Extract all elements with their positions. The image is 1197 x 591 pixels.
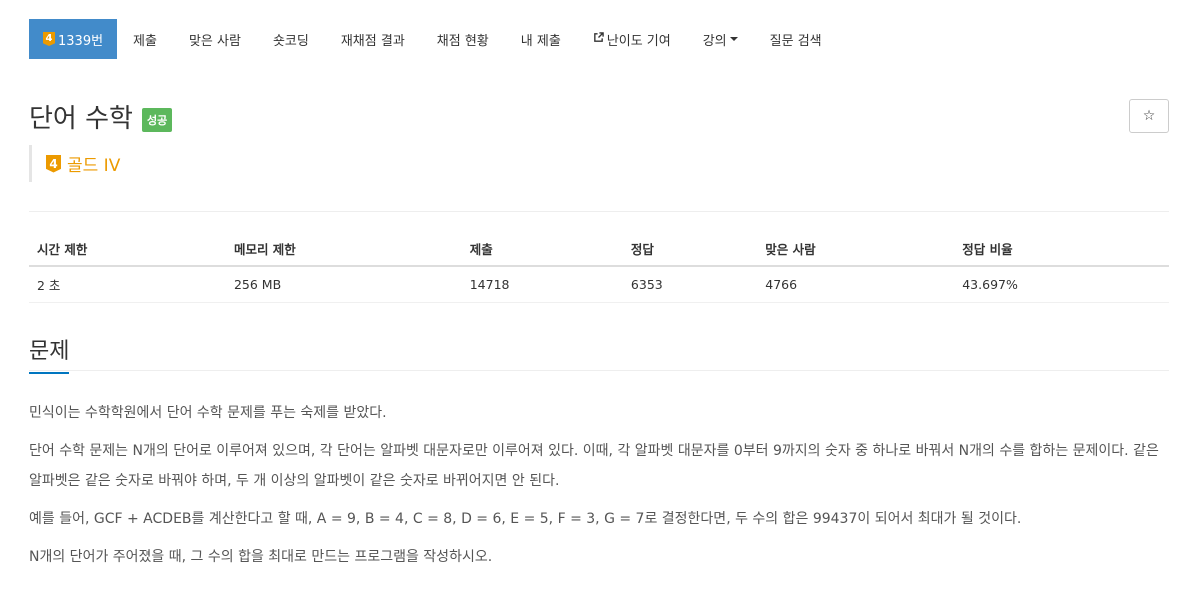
star-icon: ☆: [1142, 108, 1156, 124]
header-accept-ratio: 정답 비율: [954, 231, 1169, 267]
caret-down-icon: [729, 37, 738, 41]
nav-short-coding[interactable]: 숏코딩: [257, 19, 325, 59]
cell-submissions: 14718: [461, 266, 623, 303]
description-paragraph: 예를 들어, GCF + ACDEB를 계산한다고 할 때, A = 9, B …: [29, 511, 1022, 527]
nav-my-submissions[interactable]: 내 제출: [505, 19, 577, 59]
gold-tier-icon: 4: [46, 154, 61, 173]
nav-difficulty-contribution[interactable]: 난이도 기여: [577, 19, 687, 59]
header-submissions: 제출: [461, 231, 623, 267]
problem-info-table: 시간 제한 메모리 제한 제출 정답 맞은 사람 정답 비율 2 초 256 M…: [29, 231, 1169, 303]
table-header-row: 시간 제한 메모리 제한 제출 정답 맞은 사람 정답 비율: [29, 231, 1169, 267]
description-paragraph: N개의 단어가 주어졌을 때, 그 수의 합을 최대로 만드는 프로그램을 작성…: [29, 549, 493, 565]
problem-nav: 4 1339번 제출 맞은 사람 숏코딩 재채점 결과 채점 현황 내 제출 난…: [29, 19, 838, 59]
difficulty-contribution-label: 난이도 기여: [606, 33, 671, 49]
problem-description: 민식이는 수학학원에서 단어 수학 문제를 푸는 숙제를 받았다. 단어 수학 …: [29, 398, 1169, 580]
status-badge: 성공: [141, 107, 173, 132]
cell-memory-limit: 256 MB: [225, 266, 462, 303]
cell-accept-ratio: 43.697%: [954, 266, 1169, 303]
tier-name: 골드 IV: [67, 156, 121, 176]
problem-number-label: 1339번: [58, 33, 104, 49]
table-row: 2 초 256 MB 14718 6353 4766 43.697%: [29, 266, 1169, 303]
header-memory-limit: 메모리 제한: [225, 231, 462, 267]
nav-submit[interactable]: 제출: [117, 19, 173, 59]
header-accepted: 정답: [622, 231, 758, 267]
nav-accepted-users[interactable]: 맞은 사람: [173, 19, 257, 59]
gold-tier-icon: 4: [43, 32, 55, 46]
nav-problem-number[interactable]: 4 1339번: [29, 19, 118, 59]
favorite-star-button[interactable]: ☆: [1129, 99, 1169, 133]
nav-lecture-dropdown[interactable]: 강의: [687, 19, 754, 59]
description-paragraph: 단어 수학 문제는 N개의 단어로 이루어져 있으며, 각 단어는 알파벳 대문…: [29, 443, 1159, 489]
section-title: 문제: [29, 333, 70, 374]
header-time-limit: 시간 제한: [29, 231, 226, 267]
problem-section-header: 문제: [29, 333, 1169, 374]
cell-time-limit: 2 초: [29, 266, 226, 303]
cell-accepted: 6353: [622, 266, 758, 303]
problem-tier: 4 골드 IV: [29, 145, 120, 182]
external-link-icon: [593, 31, 604, 47]
cell-accepted-users: 4766: [757, 266, 955, 303]
nav-question-search[interactable]: 질문 검색: [754, 19, 838, 59]
nav-rejudge-results[interactable]: 재채점 결과: [325, 19, 421, 59]
divider: [29, 211, 1169, 212]
header-accepted-users: 맞은 사람: [757, 231, 955, 267]
page-title: 단어 수학: [29, 104, 133, 134]
description-paragraph: 민식이는 수학학원에서 단어 수학 문제를 푸는 숙제를 받았다.: [29, 405, 387, 421]
title-row: 단어 수학 성공: [29, 98, 173, 135]
nav-judge-status[interactable]: 채점 현황: [421, 19, 505, 59]
lecture-label: 강의: [702, 33, 727, 49]
